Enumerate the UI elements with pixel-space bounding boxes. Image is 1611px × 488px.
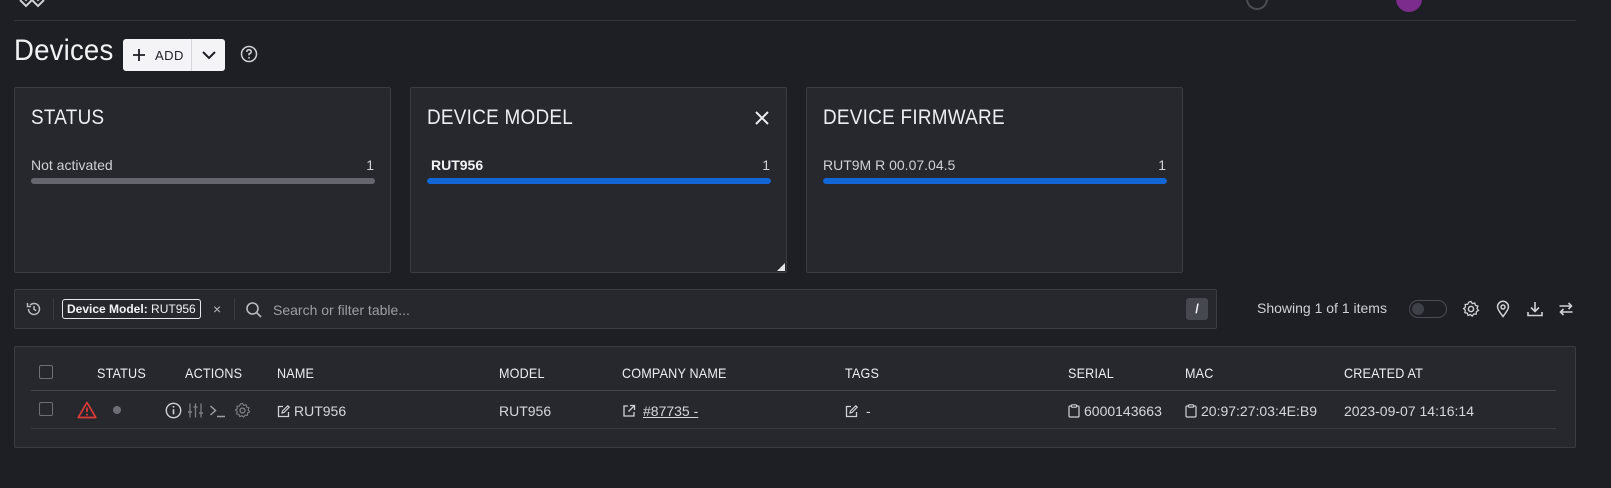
filter-divider xyxy=(234,298,235,320)
tags-cell[interactable]: - xyxy=(845,403,871,419)
device-model-card-title: DEVICE MODEL xyxy=(427,106,574,129)
created-at-cell: 2023-09-07 14:16:14 xyxy=(1344,403,1474,419)
add-button-divider xyxy=(191,39,192,71)
terminal-icon[interactable] xyxy=(209,402,227,419)
tags-value: - xyxy=(866,403,871,419)
close-icon[interactable] xyxy=(754,110,770,126)
device-model-card-bar[interactable] xyxy=(427,178,771,184)
mac-cell: 20:97:27:03:4E:B9 xyxy=(1185,403,1317,419)
gear-icon[interactable] xyxy=(1462,300,1480,318)
column-header-mac[interactable]: MAC xyxy=(1185,365,1214,381)
toggle-knob xyxy=(1412,303,1424,315)
mac-value: 20:97:27:03:4E:B9 xyxy=(1201,403,1317,419)
page-title: Devices xyxy=(14,34,114,67)
device-model-cell: RUT956 xyxy=(499,403,552,419)
device-model-card-row-count: 1 xyxy=(762,157,770,173)
column-header-name[interactable]: NAME xyxy=(277,365,314,381)
device-firmware-card: DEVICE FIRMWARE RUT9M R 00.07.04.5 1 xyxy=(806,87,1183,273)
resize-handle-icon[interactable] xyxy=(777,263,785,271)
device-model-card: DEVICE MODEL RUT956 1 xyxy=(410,87,787,273)
question-circle-icon[interactable] xyxy=(240,45,258,63)
column-header-company[interactable]: COMPANY NAME xyxy=(622,365,727,381)
device-firmware-card-bar-fill xyxy=(823,178,1167,184)
device-firmware-card-title: DEVICE FIRMWARE xyxy=(823,106,1005,129)
filter-divider xyxy=(53,298,54,320)
device-name: RUT956 xyxy=(294,403,347,419)
status-card-row-label[interactable]: Not activated xyxy=(31,157,113,173)
header-divider xyxy=(31,390,1556,391)
device-model-card-bar-fill xyxy=(427,178,771,184)
warning-triangle-icon[interactable] xyxy=(77,401,97,419)
select-all-checkbox[interactable] xyxy=(39,365,53,379)
row-checkbox[interactable] xyxy=(39,402,53,416)
filter-chip-device-model[interactable]: Device Model: RUT956 xyxy=(62,299,201,319)
serial-cell: 6000143663 xyxy=(1068,403,1162,419)
column-header-model[interactable]: MODEL xyxy=(499,365,545,381)
edit-icon[interactable] xyxy=(277,405,290,418)
search-input[interactable] xyxy=(271,296,1155,324)
serial-value: 6000143663 xyxy=(1084,403,1162,419)
copy-icon[interactable] xyxy=(1185,404,1197,418)
history-icon[interactable] xyxy=(25,300,43,318)
status-dot xyxy=(113,406,121,414)
filter-chip-remove-button[interactable]: × xyxy=(213,301,221,317)
column-header-tags[interactable]: TAGS xyxy=(845,365,879,381)
status-card-bar[interactable] xyxy=(31,178,375,184)
plus-icon xyxy=(133,49,145,61)
info-icon[interactable] xyxy=(165,402,182,419)
copy-icon[interactable] xyxy=(1068,404,1080,418)
device-firmware-card-row-count: 1 xyxy=(1158,157,1166,173)
map-pin-icon[interactable] xyxy=(1494,300,1512,318)
sliders-icon[interactable] xyxy=(187,402,204,419)
status-card-title: STATUS xyxy=(31,106,105,129)
device-model-card-row-label[interactable]: RUT956 xyxy=(431,157,483,173)
search-icon xyxy=(246,302,262,318)
edit-icon[interactable] xyxy=(845,405,858,418)
download-icon[interactable] xyxy=(1526,300,1544,318)
filter-chip-value: RUT956 xyxy=(151,302,196,316)
device-name-cell[interactable]: RUT956 xyxy=(277,403,346,419)
add-button[interactable]: ADD xyxy=(123,39,225,71)
column-header-serial[interactable]: SERIAL xyxy=(1068,365,1114,381)
search-shortcut-badge: / xyxy=(1186,298,1208,320)
avatar[interactable] xyxy=(1396,0,1422,12)
company-link[interactable]: #87735 - xyxy=(643,403,698,419)
logo-icon[interactable] xyxy=(18,0,46,13)
column-header-actions: ACTIONS xyxy=(185,365,243,381)
device-firmware-card-bar[interactable] xyxy=(823,178,1167,184)
filter-chip-key: Device Model: xyxy=(67,302,148,316)
devices-table: STATUS ACTIONS NAME MODEL COMPANY NAME T… xyxy=(14,346,1576,448)
filter-bar: Device Model: RUT956 × / xyxy=(14,289,1217,329)
view-toggle[interactable] xyxy=(1409,300,1447,318)
row-divider xyxy=(31,428,1556,429)
header-help-icon[interactable] xyxy=(1246,0,1268,10)
column-header-status[interactable]: STATUS xyxy=(97,365,146,381)
showing-count: Showing 1 of 1 items xyxy=(1257,300,1387,316)
external-link-icon[interactable] xyxy=(622,404,636,418)
chevron-down-icon[interactable] xyxy=(201,48,217,62)
column-header-created[interactable]: CREATED AT xyxy=(1344,365,1423,381)
refresh-icon[interactable] xyxy=(1557,300,1575,318)
add-button-label: ADD xyxy=(155,47,184,63)
status-card-bar-fill xyxy=(31,178,375,184)
gear-icon[interactable] xyxy=(234,402,251,419)
status-card: STATUS Not activated 1 xyxy=(14,87,391,273)
header-divider xyxy=(14,20,1576,21)
company-cell[interactable]: #87735 - xyxy=(622,403,698,419)
device-firmware-card-row-label[interactable]: RUT9M R 00.07.04.5 xyxy=(823,157,955,173)
status-card-row-count: 1 xyxy=(366,157,374,173)
